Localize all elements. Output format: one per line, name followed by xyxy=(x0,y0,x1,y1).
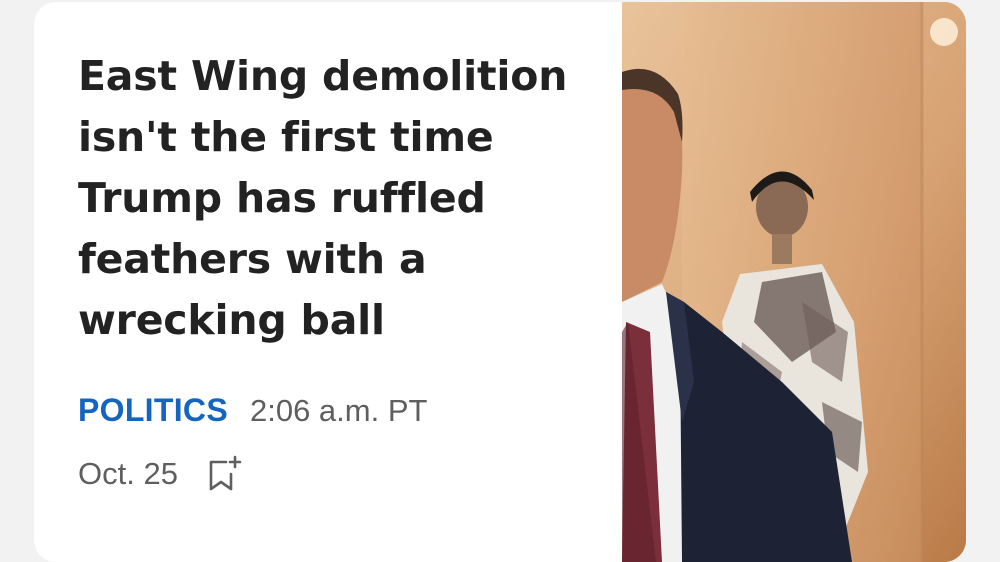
article-meta: POLITICS 2:06 a.m. PT xyxy=(78,392,427,429)
bookmark-add-icon[interactable] xyxy=(204,454,244,494)
article-headline[interactable]: East Wing demolition isn't the first tim… xyxy=(78,46,598,351)
article-thumbnail[interactable] xyxy=(622,2,966,562)
article-text: East Wing demolition isn't the first tim… xyxy=(78,46,598,351)
category-label[interactable]: POLITICS xyxy=(78,392,228,429)
publish-date: Oct. 25 xyxy=(78,456,178,491)
article-card[interactable]: East Wing demolition isn't the first tim… xyxy=(34,2,966,562)
date-row: Oct. 25 xyxy=(78,454,244,494)
publish-time: 2:06 a.m. PT xyxy=(249,393,428,428)
thumbnail-illustration xyxy=(622,2,966,562)
